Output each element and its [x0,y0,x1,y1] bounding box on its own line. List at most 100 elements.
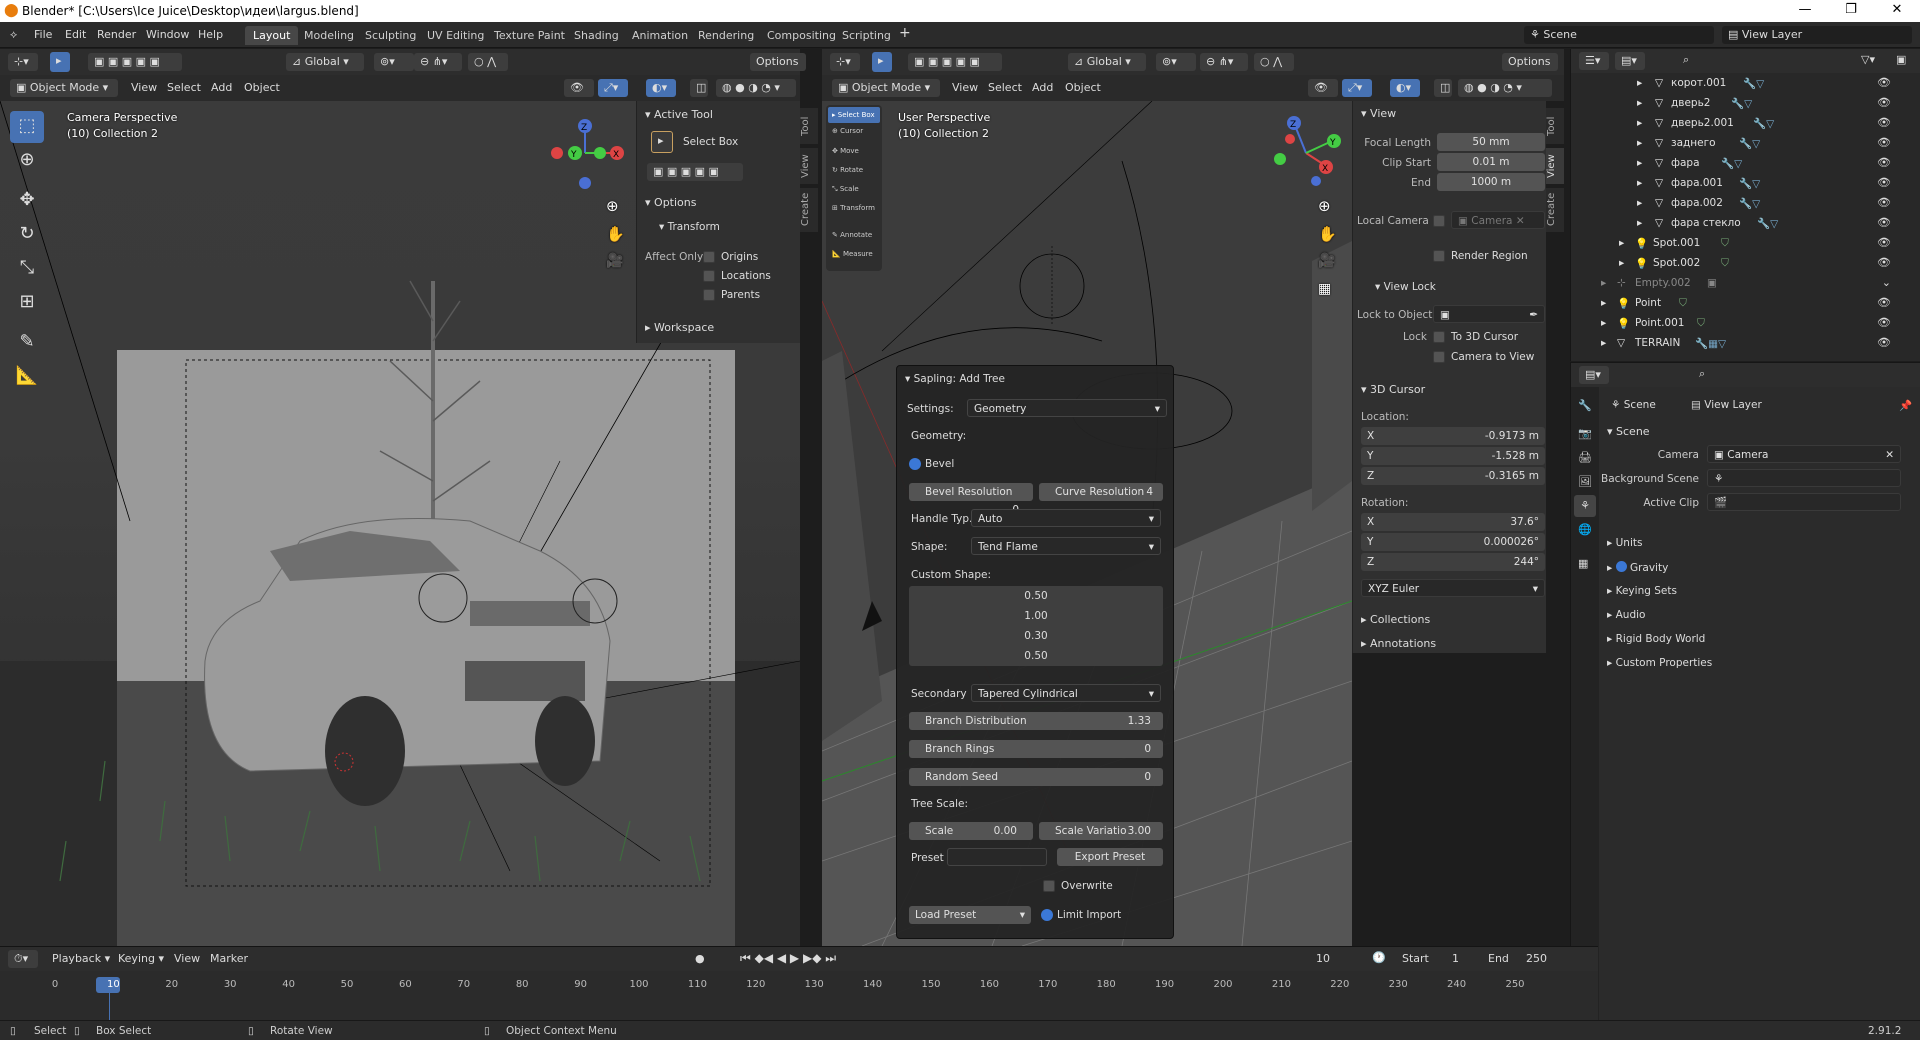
navigation-gizmo[interactable]: Z X Y [545,111,625,191]
xray-icon[interactable]: ◫ [1434,79,1452,97]
mode-dropdown[interactable]: ▣ Object Mode ▾ [10,79,118,97]
sapling-title[interactable]: ▾ Sapling: Add Tree [905,373,1005,385]
menu-playback[interactable]: Playback ▾ [52,952,110,965]
snap-icon[interactable]: ⊖ ⋔▾ [414,53,462,71]
menu-view[interactable]: View [174,952,200,965]
clock-icon[interactable]: 🕐 [1372,951,1386,964]
custom-shape-field-2[interactable]: 1.00 [909,610,1163,622]
record-icon[interactable]: ● [695,952,705,965]
xray-icon[interactable]: ◫ [690,79,708,97]
options-header[interactable]: ▾ Options [645,196,696,209]
outliner-item[interactable]: ▸ ▽ фара.002 🔧▽ 👁 [1571,193,1903,213]
expand-arrow-icon[interactable]: ▸ [1601,277,1606,289]
menu-add[interactable]: Add [1032,81,1053,94]
mini-move-tool[interactable]: ✥ Move [828,147,859,155]
visibility-icon[interactable]: 👁▾ [564,79,594,112]
zoom-icon[interactable]: ⊕ [606,197,619,215]
menu-help[interactable]: Help [198,28,223,41]
menu-window[interactable]: Window [146,28,189,41]
mini-rotate-tool[interactable]: ↻ Rotate [828,166,863,174]
mini-select-box-tool[interactable]: ▸ Select Box [828,107,880,123]
keying-sets-section[interactable]: ▸ Keying Sets [1607,585,1677,597]
menu-render[interactable]: Render [97,28,136,41]
expand-arrow-icon[interactable]: ▸ [1637,177,1642,189]
cursor-location-y[interactable]: Y -1.528 m [1361,447,1545,465]
menu-select[interactable]: Select [167,81,201,94]
snap-icon[interactable]: ⊖ ⋔▾ [1200,53,1248,71]
menu-marker[interactable]: Marker [210,952,248,965]
units-section[interactable]: ▸ Units [1607,537,1642,549]
menu-keying[interactable]: Keying ▾ [118,952,164,965]
curve-resolution-field[interactable]: Curve Resolution 4 [1039,483,1163,501]
view-lock-header[interactable]: ▾ View Lock [1375,281,1436,293]
menu-add[interactable]: Add [211,81,232,94]
view-layer-tab-icon[interactable]: 🖼 [1578,475,1592,488]
rotation-mode-dropdown[interactable]: XYZ Euler ▾ [1361,579,1545,597]
gizmo-icon[interactable]: ⤢▾ [1342,79,1372,97]
expand-arrow-icon[interactable]: ▸ [1637,97,1642,109]
add-workspace-icon[interactable]: + [899,25,911,41]
gravity-checkbox[interactable] [1615,561,1627,572]
select-box-tool-icon[interactable]: ⬚ [10,111,44,143]
outliner-item[interactable]: ▸ 💡 Point ⛉ 👁 [1571,293,1903,313]
output-tab-icon[interactable]: 🖨 [1578,451,1592,464]
current-frame-field[interactable]: 10 [1316,952,1330,965]
camera-view-icon[interactable]: 🎥 [606,253,623,269]
lock-to-object-field[interactable]: ▣ ✒ [1433,305,1545,323]
outliner-item[interactable]: ▸ 💡 Spot.001 ⛉ 👁 [1571,233,1903,253]
cursor-rotation-y[interactable]: Y 0.000026° [1361,533,1545,551]
limit-import-checkbox[interactable] [1041,909,1053,921]
bevel-checkbox[interactable] [909,458,921,470]
eye-icon[interactable]: 👁 [1877,196,1891,209]
clip-start-field[interactable]: 0.01 m [1437,153,1545,171]
minimize-icon[interactable]: — [1782,0,1828,22]
cursor-tool-icon[interactable]: ⊕ [10,145,44,177]
view-header[interactable]: ▾ View [1361,107,1396,120]
transform-subheader[interactable]: ▾ Transform [659,221,720,233]
tab-rendering[interactable]: Rendering [690,26,762,45]
background-scene-field[interactable]: ⚘ [1707,469,1901,487]
menu-view[interactable]: View [131,81,157,94]
outliner-item[interactable]: ▸ ▽ фара.001 🔧▽ 👁 [1571,173,1903,193]
branch-distribution-field[interactable]: Branch Distribution 1.33 [909,712,1163,730]
eye-icon[interactable]: 👁 [1877,316,1891,329]
tab-view[interactable]: View [1546,148,1564,184]
to-3d-cursor-checkbox[interactable] [1433,331,1445,343]
outliner-item[interactable]: ▸ ▽ фара 🔧▽ 👁 [1571,153,1903,173]
eye-icon[interactable]: 👁 [1877,296,1891,309]
eye-icon[interactable]: 👁 [1877,76,1891,89]
tab-compositing[interactable]: Compositing [759,26,844,45]
menu-object[interactable]: Object [244,81,280,94]
navigation-gizmo[interactable]: Z X Y [1266,111,1346,191]
tab-modeling[interactable]: Modeling [296,26,362,45]
outliner-editor-type-icon[interactable]: ☰▾ [1579,52,1609,70]
expand-arrow-icon[interactable]: ▸ [1601,317,1606,329]
select-tool-icon[interactable]: ▸ [50,52,70,72]
properties-editor-type-icon[interactable]: ▤▾ [1579,366,1609,384]
eye-icon[interactable]: 👁 [1877,176,1891,189]
custom-shape-field-3[interactable]: 0.30 [909,630,1163,642]
close-icon[interactable]: ✕ [1874,0,1920,22]
tab-scripting[interactable]: Scripting [834,26,899,45]
expand-arrow-icon[interactable]: ▸ [1619,257,1624,269]
texture-tab-icon[interactable]: ▦ [1578,557,1588,570]
outliner-item[interactable]: ▸ ⊹ Empty.002 ▣ ⌄ [1571,273,1903,293]
scale-variation-field[interactable]: Scale Variatio 3.00 [1039,822,1163,840]
overlay-icon[interactable]: ◐▾ [646,79,676,97]
eye-icon[interactable]: 👁 [1877,116,1891,129]
menu-edit[interactable]: Edit [65,28,86,41]
audio-section[interactable]: ▸ Audio [1607,609,1645,621]
timeline-editor-type-icon[interactable]: ⏱▾ [8,950,38,968]
shading-modes[interactable]: ◍ ● ◑ ◔ ▾ [1458,79,1552,97]
rigid-body-world-section[interactable]: ▸ Rigid Body World [1607,633,1705,645]
shape-dropdown[interactable]: Tend Flame ▾ [971,537,1161,555]
editor-type-icon[interactable]: ⊹▾ [8,53,38,71]
render-tab-icon[interactable]: 📷 [1578,427,1592,440]
parents-checkbox[interactable] [703,289,715,301]
mini-scale-tool[interactable]: ⤡ Scale [828,185,859,194]
expand-arrow-icon[interactable]: ▸ [1637,197,1642,209]
pivot-icon[interactable]: ⊚▾ [374,53,414,71]
camera-view-icon[interactable]: 🎥 [1318,253,1335,269]
scene-tab-icon[interactable]: ⚘ [1574,495,1596,517]
mini-annotate-tool[interactable]: ✎ Annotate [828,231,872,239]
